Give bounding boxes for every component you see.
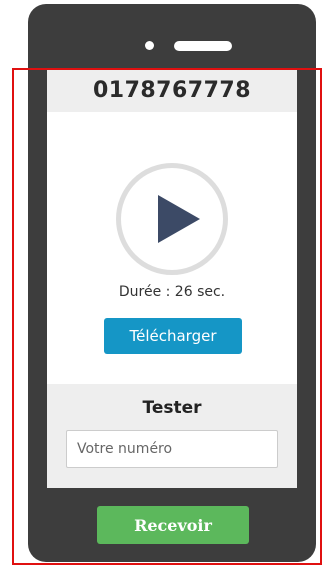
number-header: 0178767778 [47,68,297,112]
download-button[interactable]: Télécharger [104,318,242,354]
duration-text: Durée : 26 sec. [118,284,226,300]
phone-number: 0178767778 [92,77,252,103]
tester-section: Tester [47,384,297,488]
tester-title: Tester [142,398,202,418]
phone-screen: 0178767778 Durée : 26 sec. Télécharger T… [47,68,297,488]
receive-button[interactable]: Recevoir [97,506,249,544]
camera-dot [145,41,154,50]
play-icon [158,195,200,243]
phone-number-input[interactable] [66,430,278,468]
speaker-bar [174,41,232,51]
play-button[interactable] [116,163,228,275]
